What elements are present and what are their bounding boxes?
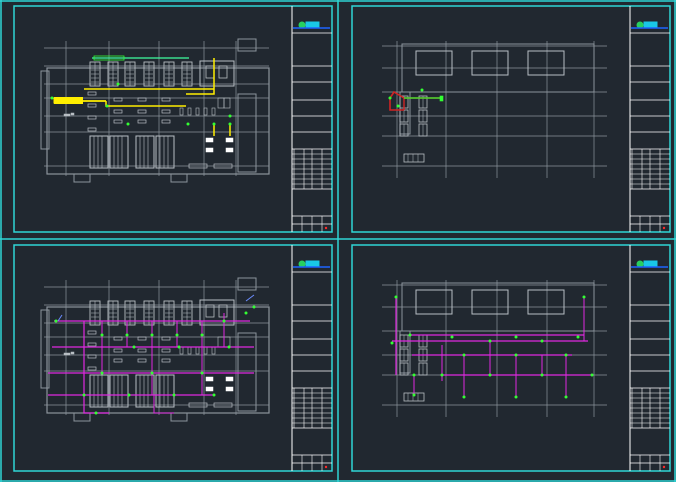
pipe-node-icon: [394, 295, 398, 299]
pipe-node-icon: [462, 395, 466, 399]
pipe-node-icon: [175, 333, 179, 337]
pipe-node-icon: [514, 353, 518, 357]
pipe-node-icon: [252, 305, 256, 309]
logo-bar: [643, 260, 658, 268]
pipe-node-icon: [390, 341, 394, 345]
pipe-node-icon: [412, 393, 416, 397]
pipe-node-icon: [150, 371, 154, 375]
pipe-node-icon: [100, 333, 104, 337]
stamp-mark: [662, 465, 666, 469]
pipe-node-icon: [228, 114, 232, 118]
pipe-node-icon: [244, 311, 248, 315]
pipe-node-icon: [227, 345, 231, 349]
pipe-node-icon: [514, 335, 518, 339]
pipe-node-icon: [200, 371, 204, 375]
pump: [205, 376, 214, 382]
pipe-node-icon: [212, 122, 216, 126]
pipe-node-icon: [450, 335, 454, 339]
pipe-node-icon: [132, 345, 136, 349]
label-mark: [70, 112, 75, 116]
pipe-node-icon: [564, 353, 568, 357]
pump: [225, 386, 234, 392]
gas-valve: [439, 95, 444, 102]
pipe-node-icon: [388, 96, 392, 100]
pipe-node-icon: [100, 371, 104, 375]
pipe-node-icon: [396, 104, 400, 108]
pipe-node-icon: [488, 339, 492, 343]
pipe-node-icon: [105, 104, 109, 108]
pipe-node-icon: [94, 411, 98, 415]
stamp-mark: [662, 226, 666, 230]
pipe-node-icon: [576, 335, 580, 339]
pipe-node-icon: [172, 393, 176, 397]
pipe-node-icon: [127, 393, 131, 397]
label-mark: [70, 351, 75, 355]
pipe-node-icon: [125, 333, 129, 337]
pump: [205, 386, 214, 392]
pump: [205, 147, 214, 153]
pipe-node-icon: [82, 393, 86, 397]
pipe-node-icon: [54, 319, 58, 323]
pipe-node-icon: [420, 88, 424, 92]
pipe-node-icon: [50, 96, 54, 100]
pipe-node-icon: [564, 395, 568, 399]
pump: [225, 376, 234, 382]
pump: [205, 137, 214, 143]
stamp-mark: [324, 226, 328, 230]
cad-drawing-sheet: [0, 0, 676, 482]
supply-header: [53, 97, 83, 104]
pipe-node-icon: [200, 333, 204, 337]
label-mark: [63, 113, 71, 117]
pipe-node-icon: [212, 393, 216, 397]
pipe-node-icon: [514, 395, 518, 399]
pipe-node-icon: [150, 333, 154, 337]
pipe-node-icon: [222, 319, 226, 323]
pipe-node-icon: [177, 345, 181, 349]
pipe-node-icon: [412, 373, 416, 377]
pipe-node-icon: [590, 373, 594, 377]
pipe-node-icon: [440, 373, 444, 377]
stamp-mark: [324, 465, 328, 469]
pipe-node-icon: [186, 122, 190, 126]
logo-bar: [305, 21, 320, 29]
pipe-node-icon: [488, 373, 492, 377]
pump: [225, 147, 234, 153]
pipe-node-icon: [126, 122, 130, 126]
pipe-node-icon: [228, 122, 232, 126]
logo-bar: [305, 260, 320, 268]
label-mark: [63, 352, 71, 356]
pipe-node-icon: [540, 339, 544, 343]
pipe-node-icon: [582, 295, 586, 299]
pipe-node-icon: [540, 373, 544, 377]
pipe-node-icon: [408, 333, 412, 337]
pump: [225, 137, 234, 143]
pipe-node-icon: [116, 82, 120, 86]
pipe-node-icon: [462, 353, 466, 357]
logo-bar: [643, 21, 658, 29]
